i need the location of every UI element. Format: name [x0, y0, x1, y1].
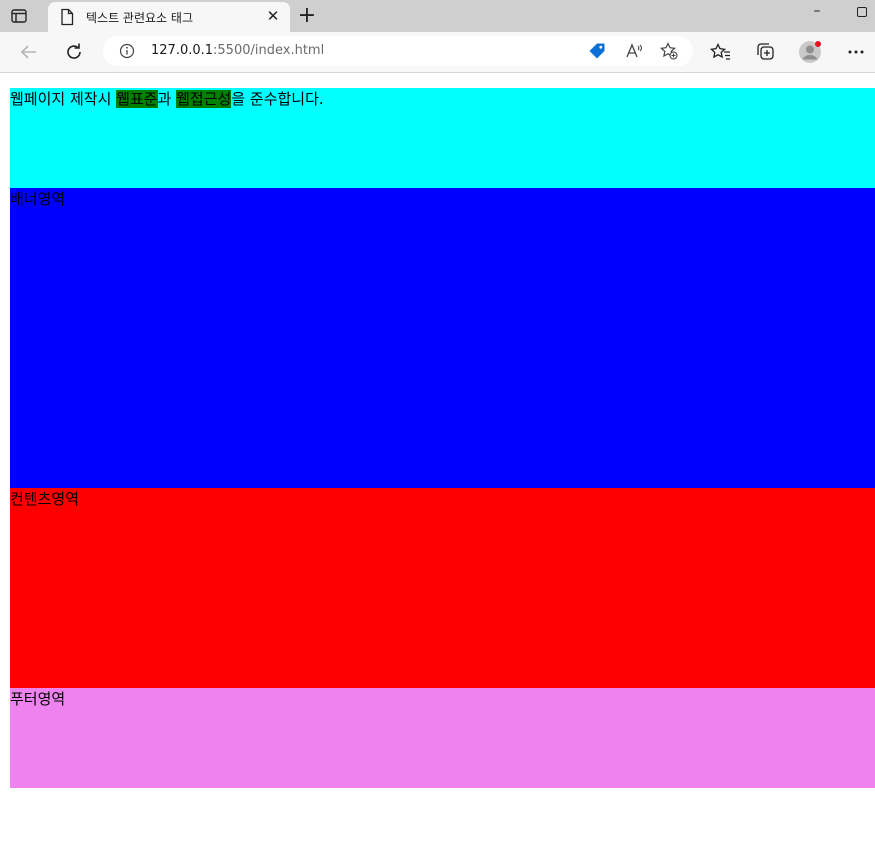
- collections-icon[interactable]: [753, 40, 777, 64]
- add-favorite-icon[interactable]: [660, 42, 678, 60]
- tab-title: 텍스트 관련요소 태그: [86, 11, 193, 25]
- profile-avatar[interactable]: [798, 40, 822, 64]
- tab-bar: 텍스트 관련요소 태그 ✕ + –: [0, 0, 875, 32]
- minimize-icon[interactable]: –: [809, 3, 825, 19]
- info-icon[interactable]: [119, 43, 135, 59]
- header-text-2: 과: [157, 90, 177, 108]
- highlight-web-accessibility: 웹접근성: [176, 90, 232, 108]
- url-text: 127.0.0.1:5500/index.html: [151, 43, 324, 58]
- content-section: 컨텐츠영역: [10, 488, 875, 688]
- favorites-icon[interactable]: [709, 40, 733, 64]
- footer-section: 푸터영역: [10, 688, 875, 788]
- content-label: 컨텐츠영역: [10, 490, 80, 508]
- more-icon[interactable]: [844, 40, 868, 64]
- page-icon: [60, 8, 74, 26]
- close-icon[interactable]: ✕: [266, 8, 280, 24]
- header-text-1: 웹페이지 제작시: [10, 90, 117, 108]
- url-path: :5500/index.html: [213, 43, 325, 58]
- maximize-icon[interactable]: [857, 7, 867, 17]
- address-bar[interactable]: 127.0.0.1:5500/index.html: [103, 36, 693, 66]
- header-section: 웹페이지 제작시 웹표준과 웹접근성을 준수합니다.: [10, 88, 875, 188]
- highlight-web-standards: 웹표준: [116, 90, 158, 108]
- browser-tab[interactable]: 텍스트 관련요소 태그 ✕: [48, 2, 290, 32]
- banner-section: 배너영역: [10, 188, 875, 488]
- plus-icon[interactable]: +: [297, 5, 317, 27]
- browser-toolbar: 127.0.0.1:5500/index.html: [0, 32, 875, 73]
- url-host: 127.0.0.1: [151, 43, 214, 58]
- tab-actions-icon[interactable]: [10, 7, 28, 25]
- tag-icon[interactable]: [588, 42, 606, 60]
- banner-label: 배너영역: [10, 190, 66, 208]
- header-text-3: 을 준수합니다.: [231, 90, 324, 108]
- refresh-icon[interactable]: [62, 40, 86, 64]
- read-aloud-icon[interactable]: [625, 42, 643, 60]
- footer-label: 푸터영역: [10, 690, 66, 708]
- back-icon[interactable]: [17, 40, 41, 64]
